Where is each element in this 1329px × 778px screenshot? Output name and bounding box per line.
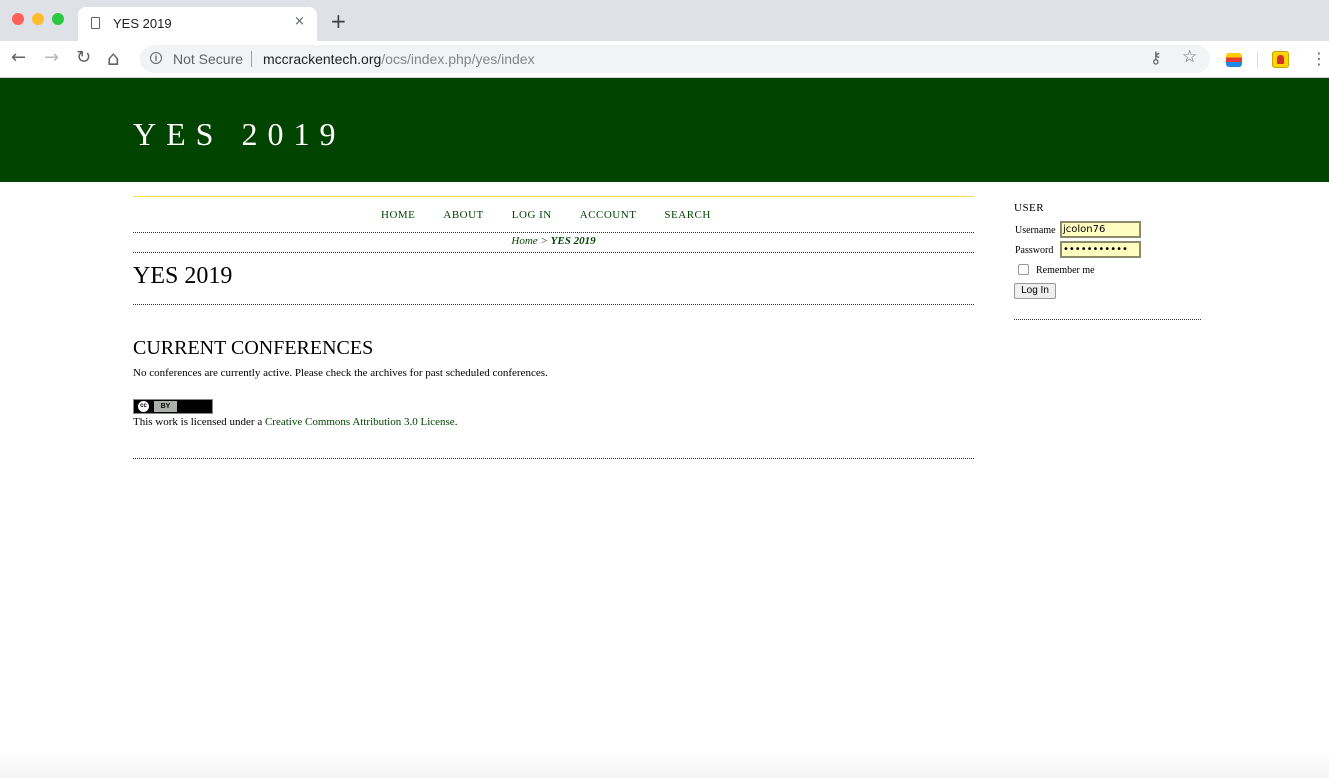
- forward-icon[interactable]: →: [44, 48, 59, 68]
- remember-me-row: Remember me: [1014, 262, 1201, 281]
- reload-icon[interactable]: ↻: [76, 48, 91, 68]
- browser-tab[interactable]: YES 2019 ×: [78, 7, 317, 41]
- username-field[interactable]: jcolon76: [1060, 221, 1141, 238]
- url-host: mccrackentech.org: [263, 51, 382, 67]
- menu-icon[interactable]: ⋮: [1311, 49, 1327, 69]
- sidebar: USER Username jcolon76 Password ••••••••…: [1014, 202, 1201, 320]
- nav-item-search[interactable]: SEARCH: [664, 209, 710, 221]
- cc-license-badge[interactable]: cc BY: [133, 399, 213, 414]
- nav-item-account[interactable]: ACCOUNT: [580, 209, 637, 221]
- nav-item-home[interactable]: HOME: [381, 209, 415, 221]
- nav-item-about[interactable]: ABOUT: [443, 209, 483, 221]
- breadcrumb-separator: >: [537, 235, 551, 247]
- breadcrumb: Home > YES 2019: [133, 233, 974, 253]
- breadcrumb-current[interactable]: YES 2019: [551, 235, 596, 247]
- license-prefix: This work is licensed under a: [133, 416, 265, 428]
- sidebar-divider: [1014, 319, 1201, 320]
- site-header: YES 2019: [0, 78, 1329, 182]
- tab-title: YES 2019: [113, 16, 172, 31]
- separator: [251, 51, 252, 67]
- browser-toolbar: ← → ↻ ⌂ i Not Secure mccrackentech.org/o…: [0, 41, 1329, 78]
- maximize-window-button[interactable]: [52, 13, 64, 25]
- tab-bar: YES 2019 × +: [0, 0, 1329, 41]
- page-title: YES 2019: [133, 253, 974, 305]
- page-bottom-shade: [0, 752, 1329, 778]
- username-label: Username: [1015, 225, 1056, 236]
- footer-divider: [133, 458, 974, 459]
- log-in-button[interactable]: Log In: [1014, 283, 1056, 299]
- license-link[interactable]: Creative Commons Attribution 3.0 License: [265, 416, 455, 428]
- password-row: Password •••••••••••: [1014, 240, 1201, 260]
- info-icon[interactable]: i: [150, 52, 162, 64]
- main-content: HOME ABOUT LOG IN ACCOUNT SEARCH Home > …: [133, 196, 974, 459]
- breadcrumb-home[interactable]: Home: [511, 235, 537, 247]
- url-path: /ocs/index.php/yes/index: [381, 51, 535, 67]
- license-text: This work is licensed under a Creative C…: [133, 416, 974, 428]
- password-field[interactable]: •••••••••••: [1060, 241, 1141, 258]
- remember-me-checkbox[interactable]: [1018, 264, 1029, 275]
- back-icon[interactable]: ←: [11, 48, 26, 68]
- nav-list: HOME ABOUT LOG IN ACCOUNT SEARCH: [381, 209, 739, 221]
- minimize-window-button[interactable]: [32, 13, 44, 25]
- close-tab-icon[interactable]: ×: [294, 14, 305, 29]
- license-suffix: .: [454, 416, 458, 428]
- address-bar[interactable]: i Not Secure mccrackentech.org/ocs/index…: [140, 45, 1210, 73]
- nav-item-log-in[interactable]: LOG IN: [512, 209, 552, 221]
- url-text[interactable]: mccrackentech.org/ocs/index.php/yes/inde…: [263, 51, 535, 67]
- site-title: YES 2019: [133, 116, 346, 152]
- username-row: Username jcolon76: [1014, 220, 1201, 240]
- extension-icon[interactable]: [1226, 53, 1242, 67]
- remember-me-label[interactable]: Remember me: [1036, 265, 1095, 276]
- profile-extension-icon[interactable]: [1272, 51, 1289, 68]
- security-label[interactable]: Not Secure: [173, 51, 243, 67]
- toolbar-separator: [1257, 52, 1258, 68]
- password-label: Password: [1015, 245, 1054, 256]
- home-icon[interactable]: ⌂: [107, 48, 120, 68]
- new-tab-icon[interactable]: +: [330, 11, 347, 31]
- close-window-button[interactable]: [12, 13, 24, 25]
- by-icon: BY: [154, 401, 177, 412]
- no-conferences-text: No conferences are currently active. Ple…: [133, 367, 548, 379]
- user-block-title: USER: [1014, 202, 1045, 214]
- document-icon: [91, 17, 100, 29]
- cc-icon: cc: [138, 401, 149, 412]
- section-title: CURRENT CONFERENCES: [133, 337, 374, 359]
- navbar: HOME ABOUT LOG IN ACCOUNT SEARCH: [133, 196, 974, 233]
- bookmark-star-icon[interactable]: ☆: [1182, 47, 1197, 67]
- key-icon[interactable]: ⚷: [1150, 48, 1162, 67]
